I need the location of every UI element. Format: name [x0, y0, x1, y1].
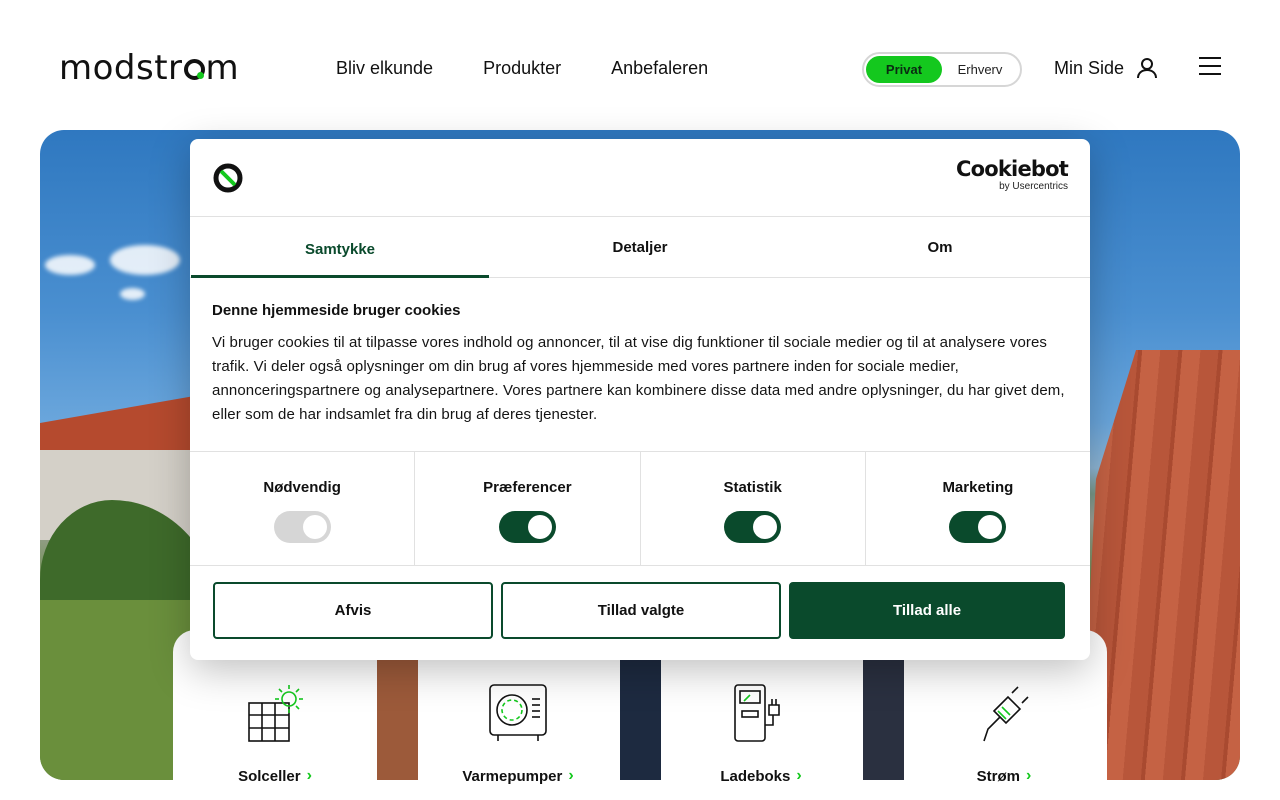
toggle-group-praeferencer: Præferencer	[415, 452, 641, 565]
card-strom[interactable]: Strøm ›	[904, 655, 1104, 800]
segment-privat[interactable]: Privat	[866, 56, 942, 83]
toggle-label: Nødvendig	[263, 479, 341, 496]
toggle-group-statistik: Statistik	[641, 452, 866, 565]
min-side-link[interactable]: Min Side	[1054, 57, 1158, 79]
min-side-label: Min Side	[1054, 57, 1125, 78]
tab-detaljer[interactable]: Detaljer	[490, 217, 790, 277]
toggle-nodvendig	[273, 511, 331, 543]
toggle-marketing[interactable]	[949, 511, 1007, 543]
card-solceller[interactable]: Solceller ›	[175, 655, 375, 800]
consent-tabs: Samtykke Detaljer Om	[190, 217, 1090, 278]
customer-type-toggle[interactable]: Privat Erhverv	[862, 52, 1022, 87]
nav-produkter[interactable]: Produkter	[483, 58, 561, 79]
modstrom-logo[interactable]: modstr m	[59, 48, 239, 88]
chevron-right-icon: ›	[306, 767, 312, 784]
chevron-right-icon: ›	[568, 767, 574, 784]
deny-button[interactable]: Afvis	[213, 582, 493, 639]
allow-selected-button[interactable]: Tillad valgte	[501, 582, 781, 639]
tab-samtykke[interactable]: Samtykke	[190, 217, 490, 278]
charger-icon	[734, 684, 780, 742]
card-label: Varmepumper	[462, 767, 563, 785]
photo-gap	[863, 660, 905, 780]
toggle-label: Marketing	[942, 479, 1014, 496]
card-label: Ladeboks	[720, 767, 791, 785]
user-icon	[1137, 58, 1158, 79]
card-varmepumper[interactable]: Varmepumper ›	[418, 655, 618, 800]
toggle-praeferencer[interactable]	[498, 511, 556, 543]
segment-erhverv[interactable]: Erhverv	[942, 62, 1018, 77]
nav-anbefaleren[interactable]: Anbefaleren	[611, 58, 708, 79]
main-nav: Bliv elkunde Produkter Anbefaleren	[336, 58, 708, 79]
consent-heading: Denne hjemmeside bruger cookies	[212, 302, 461, 319]
card-label: Solceller	[238, 767, 301, 785]
heat-pump-icon	[489, 684, 547, 741]
consent-text: Denne hjemmeside bruger cookies Vi bruge…	[190, 278, 1090, 451]
consent-body: Vi bruger cookies til at tilpasse vores …	[212, 334, 1065, 423]
solar-panel-icon	[248, 685, 303, 742]
dialog-header: Cookiebot by Usercentrics	[190, 139, 1090, 217]
allow-all-button[interactable]: Tillad alle	[789, 582, 1065, 639]
cookiebot-logo[interactable]: Cookiebot by Usercentrics	[956, 159, 1069, 193]
toggle-group-nodvendig: Nødvendig	[190, 452, 416, 565]
photo-gap	[377, 660, 419, 780]
toggle-label: Præferencer	[483, 479, 572, 496]
toggle-group-marketing: Marketing	[866, 452, 1090, 565]
cookie-consent-dialog: Cookiebot by Usercentrics Samtykke Detal…	[190, 139, 1090, 660]
consent-toggles: Nødvendig Præferencer Statistik Marketin…	[190, 451, 1090, 566]
modstrom-mark-icon	[213, 163, 243, 193]
tab-om[interactable]: Om	[790, 217, 1090, 277]
plug-icon	[983, 686, 1029, 742]
chevron-right-icon: ›	[796, 767, 802, 784]
nav-bliv-elkunde[interactable]: Bliv elkunde	[336, 58, 433, 79]
card-ladeboks[interactable]: Ladeboks ›	[661, 655, 861, 800]
photo-gap	[620, 660, 662, 780]
site-header: modstr m Bliv elkunde Produkter Anbefaler…	[0, 0, 1280, 130]
hamburger-menu-icon[interactable]	[1199, 57, 1221, 77]
consent-buttons: Afvis Tillad valgte Tillad alle	[190, 566, 1090, 655]
card-label: Strøm	[976, 767, 1020, 785]
chevron-right-icon: ›	[1026, 767, 1032, 784]
toggle-label: Statistik	[723, 479, 782, 496]
toggle-statistik[interactable]	[724, 511, 782, 543]
